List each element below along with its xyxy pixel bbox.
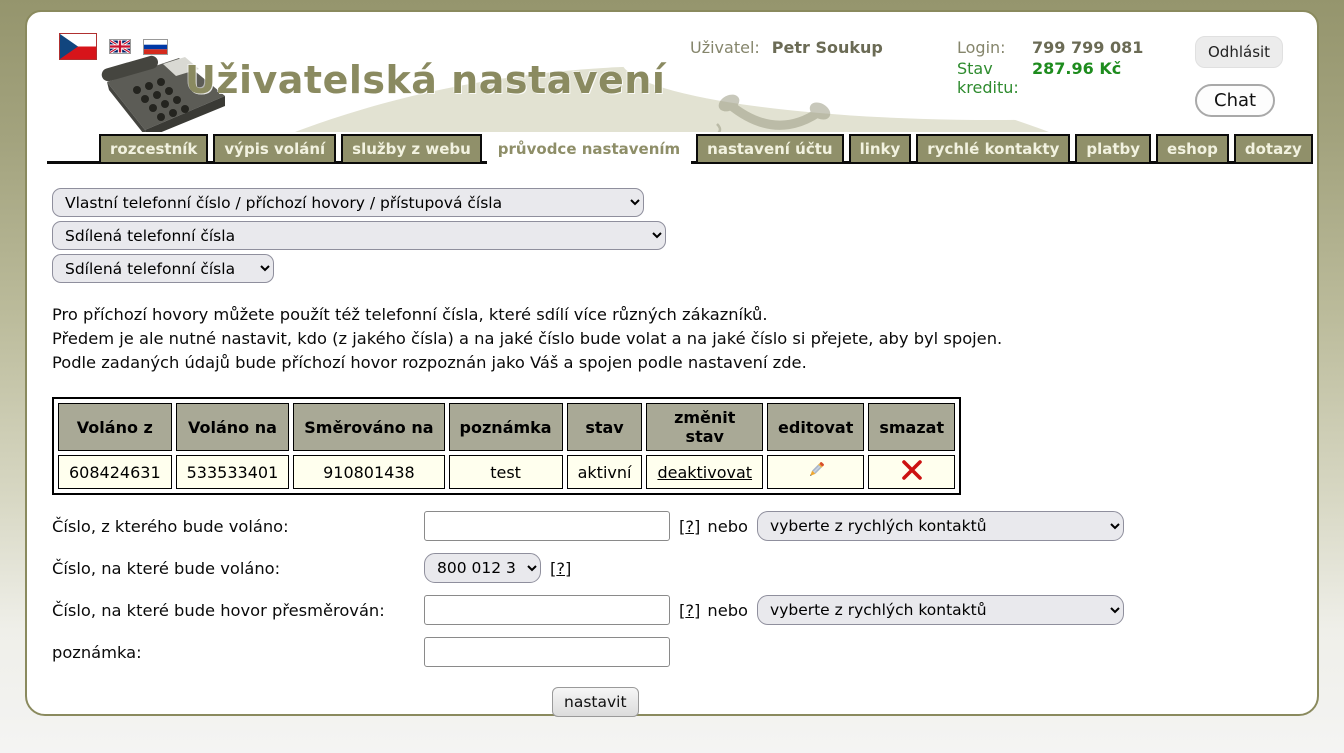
table-row: 608424631 533533401 910801438 test aktiv… [58,455,955,489]
english-flag-icon[interactable] [109,39,131,54]
shared-numbers-table: Voláno z Voláno na Směrováno na poznámka… [52,397,961,495]
submit-button[interactable]: nastavit [552,687,639,717]
user-label: Uživatel: [690,38,760,97]
chat-button[interactable]: Chat [1195,84,1275,117]
cell-routed-to: 910801438 [293,455,444,489]
category-select[interactable]: Vlastní telefonní číslo / příchozí hovor… [52,188,644,217]
content-card: Uživatelská nastavení Uživatel: Petr Sou… [25,10,1319,716]
note-input[interactable] [424,637,670,667]
col-edit: editovat [767,403,864,451]
user-name: Petr Soukup [772,38,883,97]
login-label: Login: [957,38,1032,57]
to-number-label: Číslo, na které bude voláno: [52,559,424,578]
from-help-link[interactable]: [?] [679,517,700,536]
redirect-help-link[interactable]: [?] [679,601,700,620]
tab-sluzby-z-webu[interactable]: služby z webu [341,134,482,164]
intro-line-2: Předem je ale nutné nastavit, kdo (z jak… [52,327,1293,351]
note-label: poznámka: [52,643,424,662]
from-contacts-select[interactable]: vyberte z rychlých kontaktů [757,511,1124,541]
page-background: Uživatelská nastavení Uživatel: Petr Sou… [0,0,1344,753]
redirect-contacts-select[interactable]: vyberte z rychlých kontaktů [757,595,1124,625]
language-switcher [59,33,168,60]
table-header-row: Voláno z Voláno na Směrováno na poznámka… [58,403,955,451]
intro-line-3: Podle zadaných údajů bude příchozí hovor… [52,351,1293,375]
col-note: poznámka [449,403,563,451]
login-value: 799 799 081 [1032,38,1143,57]
header: Uživatelská nastavení Uživatel: Petr Sou… [27,12,1317,132]
edit-pencil-icon[interactable] [805,459,827,481]
tab-pruvodce-nastavenim[interactable]: průvodce nastavením [487,134,691,167]
czech-flag-icon[interactable] [59,33,97,60]
or-text: nebo [707,517,748,536]
tab-eshop[interactable]: eshop [1156,134,1229,164]
delete-x-icon[interactable] [901,460,923,480]
col-routed-to: Směrováno na [293,403,444,451]
credit-value: 287.96 Kč [1032,59,1121,97]
user-info: Uživatel: Petr Soukup Login: 799 799 081… [690,38,1197,97]
tab-vypis-volani[interactable]: výpis volání [213,134,336,164]
redirect-number-input[interactable] [424,595,670,625]
cell-note: test [449,455,563,489]
cell-status: aktivní [567,455,643,489]
to-number-select[interactable]: 800 012 345 [424,553,541,583]
redirect-number-label: Číslo, na které bude hovor přesměrován: [52,601,424,620]
col-status: stav [567,403,643,451]
tab-platby[interactable]: platby [1075,134,1151,164]
main-navigation: rozcestník výpis volání služby z webu pr… [47,132,1245,164]
intro-line-1: Pro příchozí hovory můžete použít též te… [52,303,1293,327]
col-delete: smazat [868,403,955,451]
credit-label-line2: kreditu: [957,78,1032,97]
page-title: Uživatelská nastavení [185,58,665,102]
cell-called-from: 608424631 [58,455,172,489]
section-select[interactable]: Sdílená telefonní čísla [52,254,274,283]
cell-called-to: 533533401 [176,455,290,489]
to-help-link[interactable]: [?] [550,559,571,578]
deactivate-link[interactable]: deaktivovat [657,463,752,482]
from-number-input[interactable] [424,511,670,541]
col-called-to: Voláno na [176,403,290,451]
col-change-status: změnit stav [646,403,763,451]
tab-linky[interactable]: linky [849,134,912,164]
route-form: Číslo, z kterého bude voláno: [?] nebo v… [52,511,1293,717]
or-text-2: nebo [707,601,748,620]
logout-button[interactable]: Odhlásit [1195,36,1283,68]
credit-label-line1: Stav [957,59,1032,78]
subcategory-select[interactable]: Sdílená telefonní čísla [52,221,666,250]
tab-dotazy[interactable]: dotazy [1234,134,1313,164]
from-number-label: Číslo, z kterého bude voláno: [52,517,424,536]
tab-nastaveni-uctu[interactable]: nastavení účtu [696,134,843,164]
intro-text: Pro příchozí hovory můžete použít též te… [52,303,1293,375]
col-called-from: Voláno z [58,403,172,451]
tab-rozcestnik[interactable]: rozcestník [99,134,208,164]
tab-rychle-kontakty[interactable]: rychlé kontakty [916,134,1070,164]
russian-flag-icon[interactable] [143,39,168,55]
